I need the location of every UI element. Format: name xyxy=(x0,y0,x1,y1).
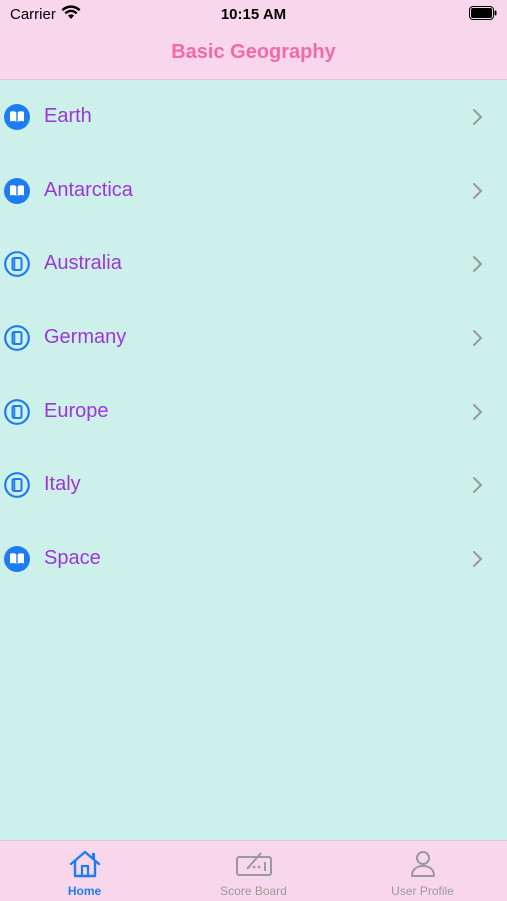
closed-book-icon xyxy=(4,325,30,351)
list-item-label: Earth xyxy=(44,105,92,127)
list-item-label: Space xyxy=(44,547,101,570)
tab-bar: Home Score Board User Profile xyxy=(0,840,507,901)
page-title: Basic Geography xyxy=(171,41,336,63)
open-book-icon xyxy=(4,546,30,573)
list-item-australia[interactable]: Australia xyxy=(0,227,507,301)
list-item-label: Italy xyxy=(44,473,81,496)
list-item-label: Germany xyxy=(44,326,127,349)
chevron-right-icon xyxy=(471,182,485,200)
tab-user-profile[interactable]: User Profile xyxy=(338,841,507,901)
tab-label: User Profile xyxy=(391,884,454,898)
clock: 10:15 AM xyxy=(220,6,287,23)
closed-book-icon xyxy=(4,472,30,499)
list-item-europe[interactable]: Europe xyxy=(0,375,507,449)
chevron-right-icon xyxy=(471,550,485,568)
tab-score-board[interactable]: Score Board xyxy=(169,841,338,901)
chevron-right-icon xyxy=(471,476,485,494)
status-bar: Carrier 10:15 AM xyxy=(0,0,507,28)
scoreboard-icon xyxy=(235,852,272,876)
tab-home[interactable]: Home xyxy=(0,841,169,901)
open-book-icon xyxy=(4,104,30,130)
header: Carrier 10:15 AM Basic Geography xyxy=(0,0,507,80)
tab-label: Home xyxy=(67,884,102,898)
tab-label: Score Board xyxy=(220,884,287,898)
list-item-italy[interactable]: Italy xyxy=(0,448,507,522)
user-icon xyxy=(410,851,435,877)
list-item-antarctica[interactable]: Antarctica xyxy=(0,154,507,228)
closed-book-icon xyxy=(4,398,30,425)
topic-list: Earth Antarctica Australia Germany Europ… xyxy=(0,80,507,596)
list-item-space[interactable]: Space xyxy=(0,522,507,596)
list-item-label: Europe xyxy=(44,399,109,422)
home-icon xyxy=(69,850,100,878)
battery-icon xyxy=(469,6,497,24)
chevron-right-icon xyxy=(471,255,485,273)
open-book-icon xyxy=(4,177,30,204)
chevron-right-icon xyxy=(471,108,485,126)
list-item-label: Antarctica xyxy=(44,178,133,201)
list-item-label: Australia xyxy=(44,252,122,275)
list-item-germany[interactable]: Germany xyxy=(0,301,507,375)
chevron-right-icon xyxy=(471,329,485,347)
list-item-earth[interactable]: Earth xyxy=(0,80,507,154)
closed-book-icon xyxy=(4,251,30,278)
chevron-right-icon xyxy=(471,403,485,421)
